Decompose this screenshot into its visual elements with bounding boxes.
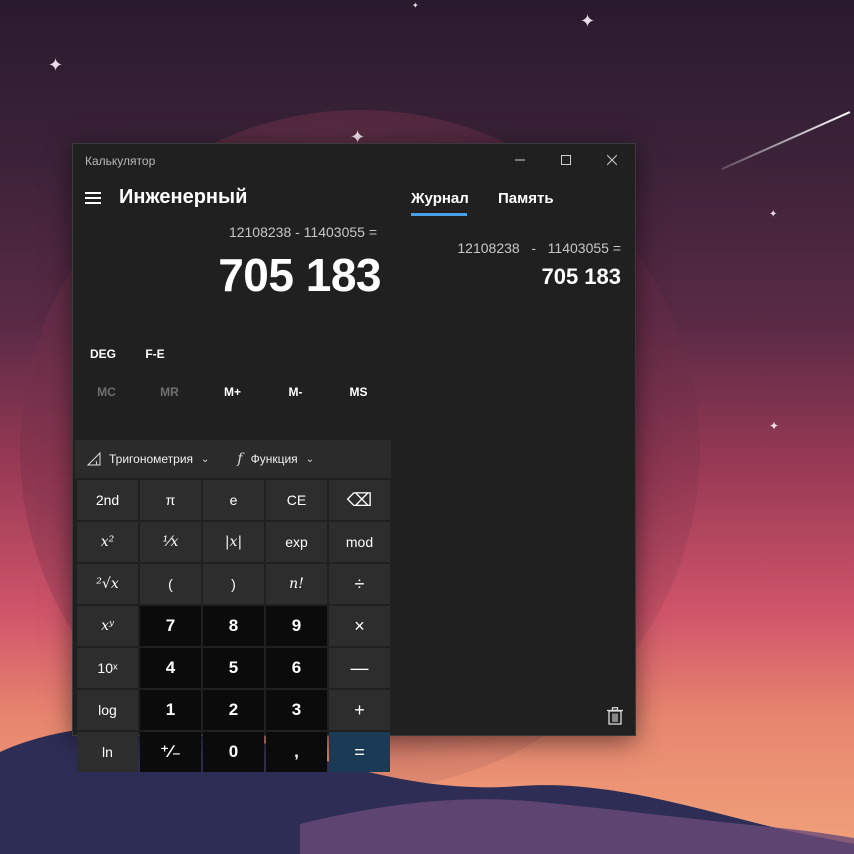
close-icon <box>607 155 617 165</box>
exp-button[interactable]: exp <box>266 522 327 562</box>
ten-power-button[interactable]: 10ˣ <box>77 648 138 688</box>
mod-button[interactable]: mod <box>329 522 390 562</box>
maximize-button[interactable] <box>543 144 589 176</box>
history-expression[interactable]: 12108238 - 11403055 = <box>457 240 621 256</box>
app-title: Калькулятор <box>85 154 156 168</box>
shooting-star <box>721 111 851 170</box>
digit-2-button[interactable]: 2 <box>203 690 264 730</box>
keypad: 2nd π e CE ⌫ x² ¹⁄x |x| exp mod ²√x ( ) … <box>75 478 391 774</box>
digit-7-button[interactable]: 7 <box>140 606 201 646</box>
add-button[interactable]: + <box>329 690 390 730</box>
memory-clear-button[interactable]: MC <box>75 378 138 406</box>
clear-entry-button[interactable]: CE <box>266 480 327 520</box>
menu-icon[interactable] <box>85 192 101 204</box>
divide-button[interactable]: ÷ <box>329 564 390 604</box>
euler-button[interactable]: e <box>203 480 264 520</box>
history-panel: Журнал Память 12108238 - 11403055 = 705 … <box>393 178 637 737</box>
square-button[interactable]: x² <box>77 522 138 562</box>
tab-history[interactable]: Журнал <box>411 190 469 207</box>
trigonometry-dropdown[interactable]: Тригонометрия ⌄ <box>87 452 209 466</box>
backspace-button[interactable]: ⌫ <box>329 480 390 520</box>
trash-icon[interactable] <box>607 707 623 725</box>
multiply-button[interactable]: × <box>329 606 390 646</box>
ln-button[interactable]: ln <box>77 732 138 772</box>
close-paren-button[interactable]: ) <box>203 564 264 604</box>
log-button[interactable]: log <box>77 690 138 730</box>
active-tab-indicator <box>411 213 467 216</box>
minimize-button[interactable] <box>497 144 543 176</box>
memory-recall-button[interactable]: MR <box>138 378 201 406</box>
digit-4-button[interactable]: 4 <box>140 648 201 688</box>
title-bar[interactable]: Калькулятор <box>73 144 635 178</box>
close-button[interactable] <box>589 144 635 176</box>
memory-subtract-button[interactable]: M- <box>264 378 327 406</box>
digit-8-button[interactable]: 8 <box>203 606 264 646</box>
calculator-panel: Инженерный 12108238 - 11403055 = 705 183… <box>73 178 393 772</box>
negate-button[interactable]: ⁺∕₋ <box>140 732 201 772</box>
memory-store-button[interactable]: MS <box>327 378 390 406</box>
tab-memory[interactable]: Память <box>498 190 554 207</box>
star-icon: ✦ <box>48 55 64 75</box>
star-icon: ✦ <box>769 209 778 220</box>
function-dropdown[interactable]: f Функция ⌄ <box>237 451 314 467</box>
pi-button[interactable]: π <box>140 480 201 520</box>
factorial-button[interactable]: n! <box>266 564 327 604</box>
digit-1-button[interactable]: 1 <box>140 690 201 730</box>
second-button[interactable]: 2nd <box>77 480 138 520</box>
digit-6-button[interactable]: 6 <box>266 648 327 688</box>
star-icon: ✦ <box>580 11 596 31</box>
trigonometry-label: Тригонометрия <box>109 452 194 466</box>
digit-0-button[interactable]: 0 <box>203 732 264 772</box>
function-label: Функция <box>250 452 298 466</box>
minimize-icon <box>515 159 525 161</box>
function-toolbar: Тригонометрия ⌄ f Функция ⌄ <box>75 440 391 478</box>
subtract-button[interactable]: — <box>329 648 390 688</box>
chevron-down-icon: ⌄ <box>305 453 315 465</box>
maximize-icon <box>561 155 571 165</box>
star-icon: ✦ <box>412 1 419 10</box>
decimal-button[interactable]: , <box>266 732 327 772</box>
history-result[interactable]: 705 183 <box>541 264 621 290</box>
fe-button[interactable]: F-E <box>129 340 181 368</box>
function-icon: f <box>237 451 243 467</box>
page-title: Инженерный <box>119 186 248 208</box>
digit-5-button[interactable]: 5 <box>203 648 264 688</box>
power-button[interactable]: xʸ <box>77 606 138 646</box>
result-display: 705 183 <box>218 249 381 301</box>
absolute-button[interactable]: |x| <box>203 522 264 562</box>
triangle-icon <box>87 452 101 466</box>
expression-display: 12108238 - 11403055 = <box>228 224 377 240</box>
equals-button[interactable]: = <box>329 732 390 772</box>
open-paren-button[interactable]: ( <box>140 564 201 604</box>
star-icon: ✦ <box>769 419 780 433</box>
memory-add-button[interactable]: M+ <box>201 378 264 406</box>
digit-3-button[interactable]: 3 <box>266 690 327 730</box>
deg-button[interactable]: DEG <box>77 340 129 368</box>
calculator-window: Калькулятор Инженерный 12108238 - 114030… <box>72 143 637 772</box>
reciprocal-button[interactable]: ¹⁄x <box>140 522 201 562</box>
digit-9-button[interactable]: 9 <box>266 606 327 646</box>
chevron-down-icon: ⌄ <box>201 453 210 465</box>
angle-mode-row: DEG F-E <box>77 340 181 368</box>
square-root-button[interactable]: ²√x <box>77 564 138 604</box>
memory-row: MC MR M+ M- MS <box>75 378 390 406</box>
